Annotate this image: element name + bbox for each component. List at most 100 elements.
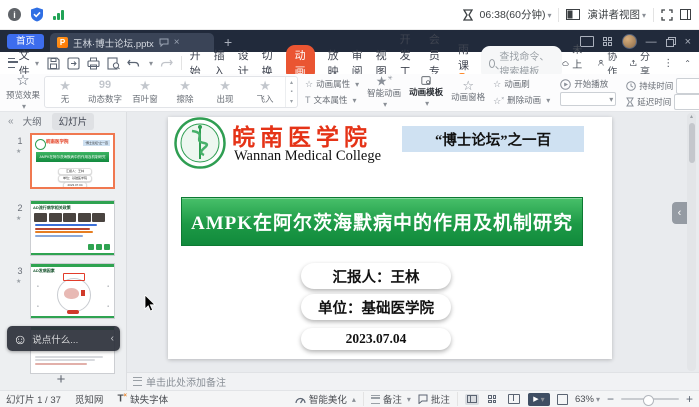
notes-bar[interactable]: 单击此处添加备注 — [127, 372, 699, 390]
notes-toggle-button[interactable]: 备注 — [371, 392, 411, 406]
star-outline-icon: ☆ — [16, 73, 29, 88]
animation-pane-button[interactable]: ☆ 动画窗格 — [451, 76, 485, 108]
delete-animation-button[interactable]: ☆× 删除动画 — [493, 94, 550, 106]
anim-wipe[interactable]: ★ 擦除 — [165, 77, 205, 107]
mini-icons — [88, 244, 110, 250]
slide-counter: 幻灯片 1 / 37 — [6, 392, 61, 406]
smiley-icon[interactable]: ☺ — [13, 332, 27, 346]
more-options-icon[interactable]: ⋮ — [663, 58, 674, 69]
presenter-view-button[interactable]: 演讲者视图 — [587, 7, 646, 22]
side-panel-icon[interactable] — [680, 9, 691, 20]
scroll-up-icon[interactable]: ▴ — [688, 113, 695, 120]
tab-outline[interactable]: 大纲 — [23, 114, 42, 128]
missing-font-button[interactable]: T× 缺失字体 — [117, 392, 168, 406]
vertical-scrollbar[interactable]: ▴ — [687, 113, 696, 371]
collapse-ribbon-icon[interactable]: ⌃ — [684, 59, 691, 68]
comments-button[interactable]: 批注 — [418, 392, 450, 406]
add-slide-button[interactable]: + — [46, 372, 76, 388]
date-pill[interactable]: 2023.07.04 — [301, 328, 451, 350]
star-x-icon: ☆× — [493, 95, 504, 106]
anim-appear[interactable]: ★ 出现 — [205, 77, 245, 107]
brush-star-icon: ☆ — [493, 80, 501, 89]
presenter-topbar: i 06:38(60分钟) 演讲者视图 — [0, 0, 699, 30]
menubar: 文件 开始 插入 设计 切 — [0, 52, 699, 74]
fit-window-icon[interactable] — [557, 394, 568, 405]
zoom-out-button[interactable]: − — [607, 394, 614, 404]
undo-icon[interactable] — [127, 58, 140, 69]
slide-sorter-view-button[interactable] — [486, 394, 500, 405]
slide-thumbnail-1[interactable]: 皖南医学院 “博士论坛”之一百 AMPK在阿尔茨海默病中的作用及机制研究 汇报人… — [30, 133, 115, 189]
animation-select-combobox[interactable] — [560, 92, 616, 106]
chat-bubble-icon[interactable] — [159, 38, 169, 47]
smart-animation-button[interactable]: ★✳ 智能动画 — [367, 76, 401, 108]
animation-indicator-icon: ★ — [16, 215, 21, 222]
print-icon[interactable] — [87, 57, 100, 70]
notes-placeholder: 单击此处添加备注 — [146, 374, 226, 389]
tab-slides[interactable]: 幻灯片 — [52, 113, 95, 130]
export-icon[interactable] — [67, 57, 80, 70]
text-properties-button[interactable]: T 文本属性 — [305, 94, 359, 106]
slide-canvas: 皖南医学院 Wannan Medical College “博士论坛”之一百 A… — [127, 112, 699, 372]
forum-series-box[interactable]: “博士论坛”之一百 — [402, 126, 584, 152]
slide-number: 2 — [14, 203, 26, 213]
gallery-scroll[interactable]: ▴▪▾ — [285, 77, 297, 107]
menu-icon — [8, 58, 15, 68]
zoom-slider-thumb[interactable] — [643, 395, 654, 406]
security-shield-icon[interactable] — [30, 7, 44, 22]
smart-beautify-button[interactable]: 智能美化 — [295, 392, 356, 406]
info-icon[interactable]: i — [8, 8, 21, 21]
scrollbar-thumb[interactable] — [689, 123, 695, 163]
animation-painter-button[interactable]: ☆ 动画刷 — [493, 78, 550, 90]
chat-collapse-icon[interactable]: ‹ — [111, 333, 114, 344]
right-panel-collapse-button[interactable]: ‹ — [672, 202, 687, 224]
zoom-slider[interactable] — [621, 398, 679, 400]
slide-title-banner[interactable]: AMPK在阿尔茨海默病中的作用及机制研究 — [181, 197, 583, 246]
anim-fly-in[interactable]: ★ 飞入 — [245, 77, 285, 107]
duration-field: 持续时间 — [626, 78, 699, 94]
fullscreen-icon[interactable] — [661, 9, 673, 21]
presenter-pill[interactable]: 汇报人：王林 — [301, 263, 451, 289]
star-icon: ★ — [219, 79, 231, 92]
start-play-button[interactable]: 开始播放 — [560, 78, 616, 90]
slide-1-editor[interactable]: 皖南医学院 Wannan Medical College “博士论坛”之一百 A… — [168, 117, 612, 359]
delay-spinner[interactable] — [674, 94, 699, 110]
zoom-in-button[interactable]: + — [686, 394, 693, 404]
undo-dropdown-icon[interactable] — [147, 57, 153, 69]
school-name-en[interactable]: Wannan Medical College — [234, 148, 381, 165]
template-source[interactable]: 觅知网 — [75, 392, 104, 406]
reading-view-button[interactable] — [507, 394, 521, 405]
animation-properties-button[interactable]: ☆ 动画属性 — [305, 78, 359, 90]
duration-spinner[interactable] — [676, 78, 699, 94]
anim-dynamic-number[interactable]: 99 动态数字 — [85, 77, 125, 107]
slideshow-play-button[interactable]: ▶ — [528, 393, 550, 406]
print-preview-icon[interactable] — [107, 57, 120, 70]
text-icon: T — [305, 96, 311, 105]
anim-blinds[interactable]: ★ 百叶窗 — [125, 77, 165, 107]
document-tab-title: 王林·博士论坛.pptx — [73, 36, 154, 50]
animation-template-button[interactable]: 动画模板 — [409, 76, 443, 108]
unit-pill[interactable]: 单位：基础医学院 — [301, 294, 451, 320]
school-name-cn[interactable]: 皖南医学院 — [232, 118, 372, 152]
zoom-level[interactable]: 63% — [575, 394, 600, 405]
normal-view-button[interactable] — [465, 394, 479, 405]
work-area: « 大纲 幻灯片 1 ★ 皖南医学院 “博士论坛”之一百 AMPK在阿尔茨海默病… — [0, 112, 699, 390]
clock-icon — [626, 81, 636, 91]
redo-icon[interactable] — [160, 58, 173, 69]
anim-none[interactable]: ★ 无 — [45, 77, 85, 107]
preview-effects-button[interactable]: ☆ 预览效果 — [6, 76, 40, 108]
beautify-gauge-icon — [295, 395, 306, 404]
danmaku-chat-input[interactable]: ☺ 说点什么... ‹ — [7, 326, 120, 351]
network-signal-icon — [53, 9, 64, 20]
animation-indicator-icon: ★ — [16, 148, 21, 155]
animation-indicator-icon: ★ — [16, 278, 21, 285]
slide-thumbnail-3[interactable]: AD发病因素 ● ● ● ● — [30, 263, 115, 319]
cloud-icon — [562, 59, 569, 68]
hourglass-icon — [626, 97, 634, 107]
close-tab-icon[interactable]: × — [174, 37, 180, 48]
presentation-timer[interactable]: 06:38(60分钟) — [480, 7, 552, 22]
collapse-panel-icon[interactable]: « — [8, 116, 13, 127]
save-icon[interactable] — [47, 57, 60, 70]
slide-thumbnail-2[interactable]: AD流行病学相关政策 — [30, 200, 115, 256]
notes-lines-icon — [133, 377, 142, 386]
search-icon — [489, 59, 495, 68]
